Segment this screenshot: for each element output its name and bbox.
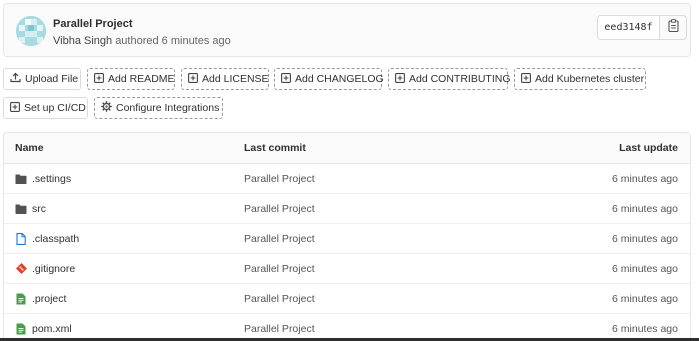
last-commit-box: Parallel Project Vibha Singh authored 6 … [3, 3, 691, 57]
last-update-time: 6 minutes ago [612, 232, 678, 245]
commit-message-link[interactable]: Parallel Project [244, 194, 315, 223]
repository-page: Parallel Project Vibha Singh authored 6 … [0, 0, 699, 341]
add-changelog-button[interactable]: Add CHANGELOG [274, 68, 384, 90]
table-row[interactable]: .classpath Parallel Project 6 minutes ag… [4, 224, 690, 254]
add-readme-label: Add README [108, 73, 175, 85]
name-column-header: Name [15, 142, 44, 154]
table-header: Name Last commit Last update [4, 133, 690, 164]
table-row[interactable]: .project Parallel Project 6 minutes ago [4, 284, 690, 314]
plus-square-icon [281, 72, 291, 86]
folder-icon [15, 203, 27, 215]
file-name-link[interactable]: .project [32, 293, 66, 305]
plus-square-icon [395, 72, 405, 86]
commit-message-link[interactable]: Parallel Project [244, 314, 315, 341]
add-license-button[interactable]: Add LICENSE [181, 68, 269, 90]
add-kubernetes-cluster-label: Add Kubernetes cluster [535, 73, 645, 85]
add-contributing-label: Add CONTRIBUTING [409, 73, 511, 85]
last-commit-column-header: Last commit [244, 142, 306, 154]
last-update-column-header: Last update [619, 142, 678, 154]
plus-square-icon [188, 72, 198, 86]
table-row[interactable]: pom.xml Parallel Project 6 minutes ago [4, 314, 690, 341]
add-changelog-label: Add CHANGELOG [295, 73, 384, 85]
table-row[interactable]: .gitignore Parallel Project 6 minutes ag… [4, 254, 690, 284]
commit-sha[interactable]: eed3148f [598, 16, 660, 39]
add-license-label: Add LICENSE [202, 73, 269, 85]
git-icon [15, 263, 27, 275]
clipboard-icon [667, 18, 679, 37]
commit-message-link[interactable]: Parallel Project [244, 254, 315, 283]
add-readme-button[interactable]: Add README [87, 68, 175, 90]
file-icon [15, 232, 27, 245]
set-up-ci-cd-label: Set up CI/CD [24, 102, 86, 114]
add-kubernetes-cluster-button[interactable]: Add Kubernetes cluster [514, 68, 646, 90]
table-row[interactable]: .settings Parallel Project 6 minutes ago [4, 164, 690, 194]
plus-square-icon [521, 72, 531, 86]
configure-integrations-button[interactable]: Configure Integrations [94, 97, 223, 119]
copy-sha-button[interactable] [660, 16, 686, 39]
commit-sha-group: eed3148f [597, 15, 687, 40]
table-row[interactable]: src Parallel Project 6 minutes ago [4, 194, 690, 224]
set-up-ci-cd-button[interactable]: Set up CI/CD [3, 97, 88, 119]
commit-meta: Vibha Singh authored 6 minutes ago [53, 35, 231, 47]
plus-square-icon [10, 101, 20, 115]
file-name-link[interactable]: .classpath [32, 233, 79, 245]
green-file-icon [15, 323, 27, 335]
green-file-icon [15, 293, 27, 305]
upload-icon [10, 72, 21, 86]
folder-icon [15, 173, 27, 185]
gear-icon [101, 101, 112, 115]
last-update-time: 6 minutes ago [612, 262, 678, 275]
file-name-link[interactable]: .settings [32, 173, 71, 185]
last-update-time: 6 minutes ago [612, 202, 678, 215]
upload-file-label: Upload File [25, 73, 79, 85]
upload-file-button[interactable]: Upload File [3, 68, 81, 90]
commit-message-link[interactable]: Parallel Project [244, 284, 315, 313]
commit-message-link[interactable]: Parallel Project [244, 224, 315, 253]
commit-message-link[interactable]: Parallel Project [244, 164, 315, 193]
add-contributing-button[interactable]: Add CONTRIBUTING [388, 68, 511, 90]
file-name-link[interactable]: .gitignore [32, 263, 75, 275]
configure-integrations-label: Configure Integrations [116, 102, 220, 114]
last-update-time: 6 minutes ago [612, 172, 678, 185]
file-table: Name Last commit Last update .settings P… [3, 132, 691, 341]
last-update-time: 6 minutes ago [612, 322, 678, 335]
last-update-time: 6 minutes ago [612, 292, 678, 305]
file-name-link[interactable]: pom.xml [32, 323, 72, 335]
plus-square-icon [94, 72, 104, 86]
file-name-link[interactable]: src [32, 203, 46, 215]
commit-author[interactable]: Vibha Singh [53, 35, 112, 47]
avatar[interactable] [16, 16, 46, 46]
commit-title[interactable]: Parallel Project [53, 18, 133, 30]
commit-authored-text: authored 6 minutes ago [115, 35, 231, 47]
